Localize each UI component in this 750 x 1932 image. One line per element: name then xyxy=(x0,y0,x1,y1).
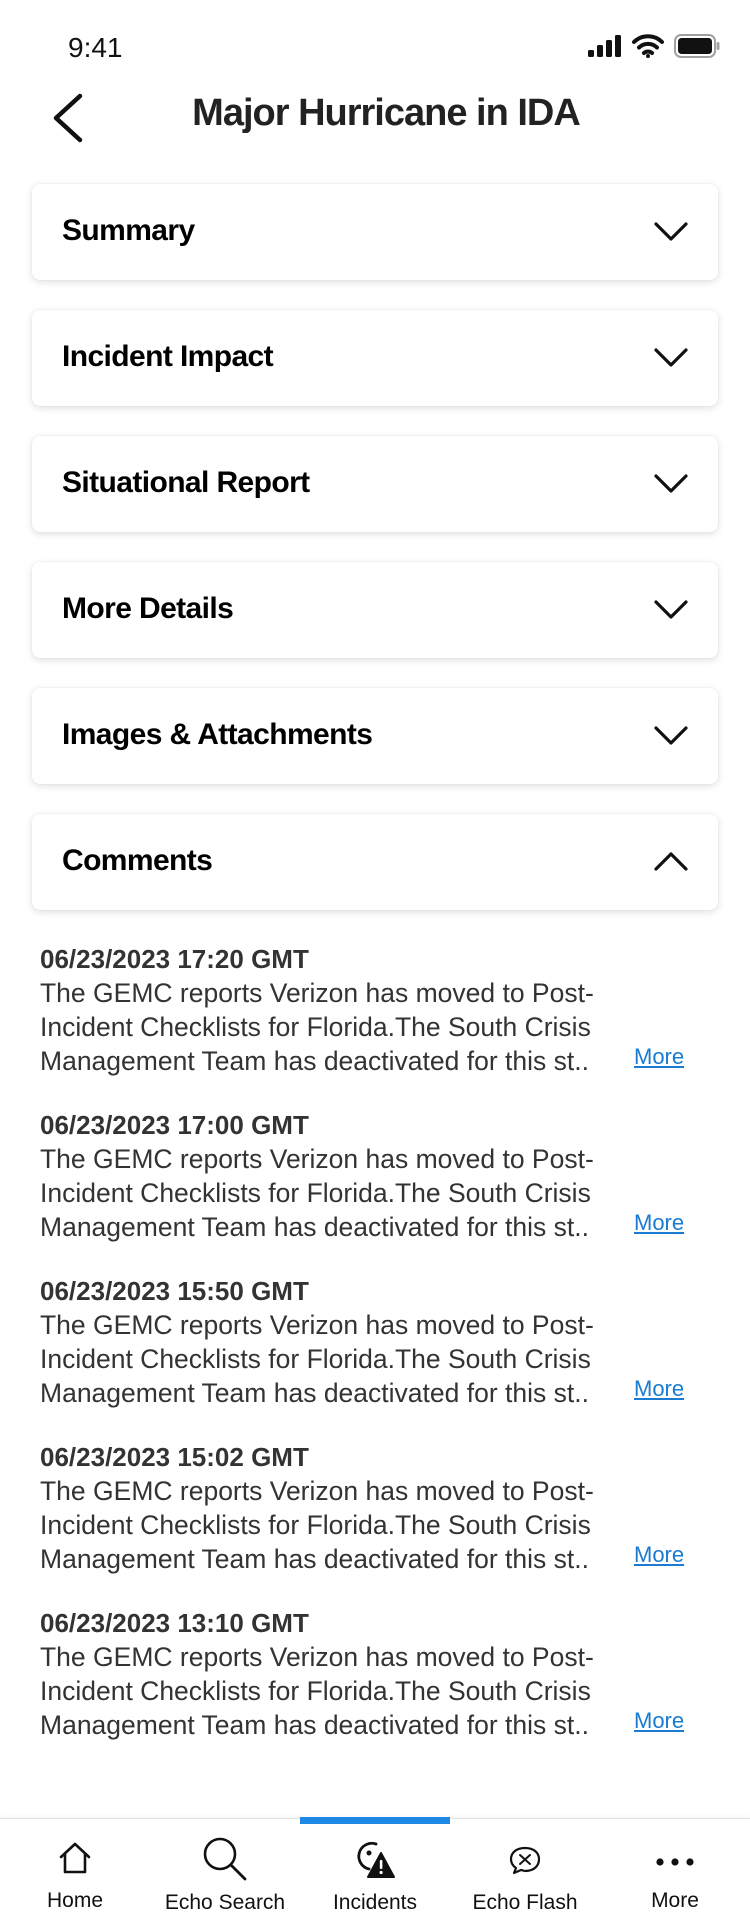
chevron-down-icon xyxy=(654,348,688,367)
comment-timestamp: 06/23/2023 17:00 GMT xyxy=(40,1110,309,1140)
chevron-down-icon xyxy=(654,600,688,619)
chevron-down-icon xyxy=(654,474,688,493)
section-more-details[interactable]: More Details xyxy=(32,562,718,658)
nav-echo-flash[interactable]: Echo Flash xyxy=(450,1819,600,1932)
comment-timestamp: 06/23/2023 17:20 GMT xyxy=(40,944,309,974)
page-title: Major Hurricane in IDA xyxy=(192,92,581,134)
nav-label: Incidents xyxy=(332,1891,418,1914)
comment-text: The GEMC reports Verizon has moved to Po… xyxy=(40,1642,594,1740)
comment-item: 06/23/2023 15:50 GMT The GEMC reports Ve… xyxy=(40,1274,700,1440)
status-icons xyxy=(588,32,720,60)
section-comments[interactable]: Comments xyxy=(32,814,718,910)
comment-item: 06/23/2023 15:02 GMT The GEMC reports Ve… xyxy=(40,1440,700,1606)
comment-text: The GEMC reports Verizon has moved to Po… xyxy=(40,1310,594,1408)
comment-item: 06/23/2023 13:10 GMT The GEMC reports Ve… xyxy=(40,1606,700,1772)
battery-icon xyxy=(674,34,720,58)
status-time: 9:41 xyxy=(68,32,123,63)
comment-item: 06/23/2023 17:00 GMT The GEMC reports Ve… xyxy=(40,1108,700,1274)
section-images-attachments[interactable]: Images & Attachments xyxy=(32,688,718,784)
search-icon xyxy=(203,1837,247,1881)
section-situational-report[interactable]: Situational Report xyxy=(32,436,718,532)
incidents-icon xyxy=(357,1841,395,1878)
nav-echo-search[interactable]: Echo Search xyxy=(150,1819,300,1932)
wifi-icon xyxy=(632,34,664,58)
section-label: Comments xyxy=(62,844,213,877)
signal-icon xyxy=(588,35,621,57)
echo-flash-icon xyxy=(509,1846,541,1875)
section-label: Summary xyxy=(62,214,195,247)
nav-label: Echo Search xyxy=(164,1891,286,1914)
nav-label: Echo Flash xyxy=(472,1891,578,1914)
section-label: More Details xyxy=(62,592,234,625)
incident-detail-screen: 9:41 Major Hurricane in IDA Summary Inci… xyxy=(0,0,750,1932)
comment-text: The GEMC reports Verizon has moved to Po… xyxy=(40,978,594,1076)
home-icon xyxy=(59,1842,91,1874)
comment-more-link[interactable]: More xyxy=(634,1542,684,1568)
comment-timestamp: 06/23/2023 15:50 GMT xyxy=(40,1276,309,1306)
header: Major Hurricane in IDA xyxy=(0,78,750,158)
comment-more-link[interactable]: More xyxy=(634,1708,684,1734)
section-label: Incident Impact xyxy=(62,340,274,373)
bottom-nav: Home Echo Search Incidents Echo Flash Mo… xyxy=(0,1817,750,1932)
chevron-down-icon xyxy=(654,222,688,241)
nav-label: More xyxy=(651,1889,699,1912)
comment-text: The GEMC reports Verizon has moved to Po… xyxy=(40,1144,594,1242)
chevron-down-icon xyxy=(654,726,688,745)
nav-more[interactable]: More xyxy=(600,1819,750,1932)
section-incident-impact[interactable]: Incident Impact xyxy=(32,310,718,406)
comments-list: 06/23/2023 17:20 GMT The GEMC reports Ve… xyxy=(40,942,700,1772)
nav-label: Home xyxy=(46,1889,104,1912)
section-label: Images & Attachments xyxy=(62,718,373,751)
chevron-up-icon xyxy=(654,852,688,871)
more-dots-icon xyxy=(656,1858,694,1866)
comment-more-link[interactable]: More xyxy=(634,1376,684,1402)
status-bar: 9:41 xyxy=(0,0,750,70)
comment-more-link[interactable]: More xyxy=(634,1210,684,1236)
section-summary[interactable]: Summary xyxy=(32,184,718,280)
comment-text: The GEMC reports Verizon has moved to Po… xyxy=(40,1476,594,1574)
section-label: Situational Report xyxy=(62,466,310,499)
comment-more-link[interactable]: More xyxy=(634,1044,684,1070)
comment-timestamp: 06/23/2023 15:02 GMT xyxy=(40,1442,309,1472)
comment-timestamp: 06/23/2023 13:10 GMT xyxy=(40,1608,309,1638)
comment-item: 06/23/2023 17:20 GMT The GEMC reports Ve… xyxy=(40,942,700,1108)
nav-home[interactable]: Home xyxy=(0,1819,150,1932)
nav-incidents[interactable]: Incidents xyxy=(300,1819,450,1932)
